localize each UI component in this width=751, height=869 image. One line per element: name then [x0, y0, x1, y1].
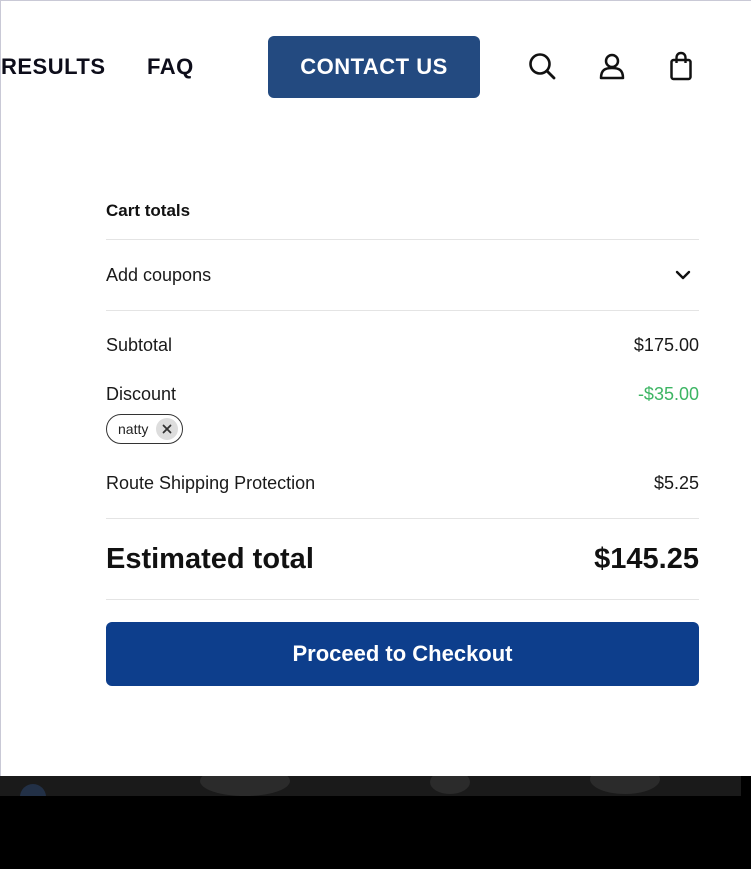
coupon-code: natty: [118, 421, 149, 437]
shipping-protection-label: Route Shipping Protection: [106, 473, 316, 493]
shopping-bag-icon[interactable]: [664, 49, 698, 83]
contact-us-button[interactable]: CONTACT US: [268, 36, 480, 98]
estimated-total-label: Estimated total: [106, 542, 314, 575]
divider: [106, 599, 699, 600]
chevron-down-icon[interactable]: [673, 265, 693, 285]
search-icon[interactable]: [525, 49, 559, 83]
estimated-total-value: $145.25: [594, 542, 699, 575]
add-coupons-toggle[interactable]: Add coupons: [106, 240, 699, 311]
subtotal-row: Subtotal $175.00: [106, 333, 699, 357]
add-coupons-label: Add coupons: [106, 264, 212, 285]
estimated-total-row: Estimated total $145.25: [106, 519, 699, 599]
shipping-protection-row: Route Shipping Protection $5.25: [106, 471, 699, 495]
close-icon: [162, 424, 172, 434]
footer-background: [0, 776, 741, 796]
cart-totals-panel: Cart totals Add coupons Subtotal $175.00…: [106, 196, 699, 686]
account-icon[interactable]: [595, 49, 629, 83]
remove-coupon-button[interactable]: [156, 418, 179, 440]
discount-row: Discount -$35.00: [106, 382, 699, 406]
page: RESULTS FAQ CONTACT US Cart totals Add c…: [0, 0, 751, 776]
nav-link-results[interactable]: RESULTS: [1, 53, 106, 81]
shipping-protection-value: $5.25: [653, 473, 699, 493]
cart-totals-title: Cart totals: [106, 196, 699, 240]
discount-section: Discount -$35.00 natty: [106, 382, 699, 444]
nav-link-faq[interactable]: FAQ: [147, 53, 194, 81]
proceed-to-checkout-button[interactable]: Proceed to Checkout: [106, 622, 699, 686]
subtotal-value: $175.00: [633, 335, 699, 355]
coupon-chip: natty: [106, 414, 184, 444]
discount-label: Discount: [106, 384, 177, 404]
subtotal-label: Subtotal: [106, 335, 173, 355]
discount-value: -$35.00: [637, 384, 699, 404]
